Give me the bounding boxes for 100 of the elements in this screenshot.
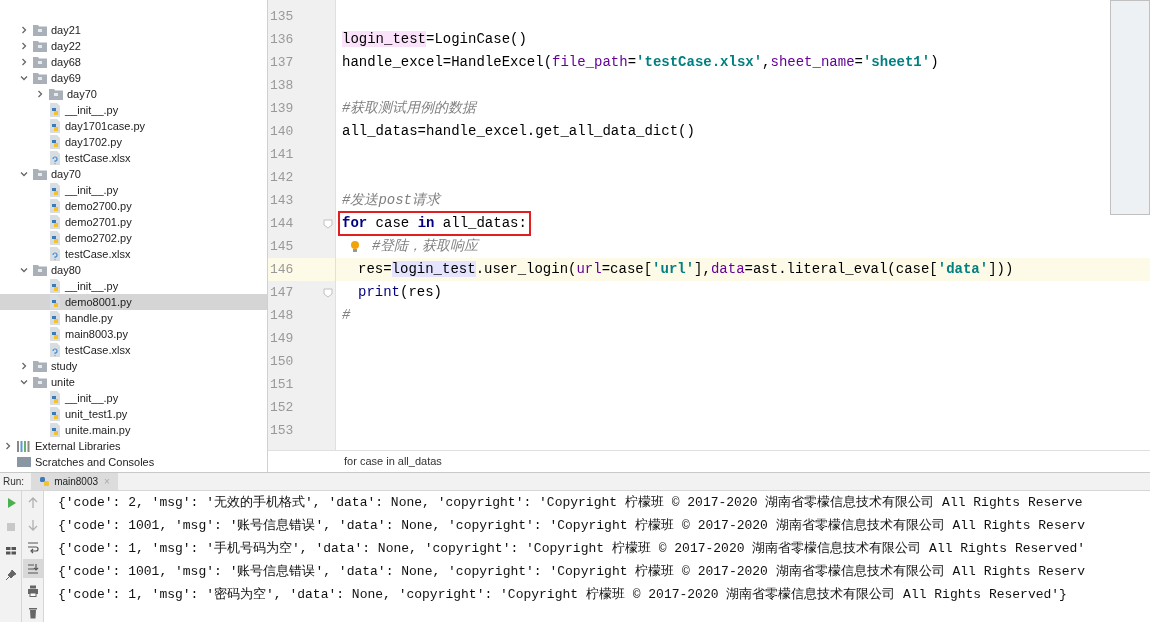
code-line: handle_excel=HandleExcel(file_path='testCase.xlsx',sheet_name='sheet1') xyxy=(342,53,939,72)
tree-item[interactable]: __init__.py xyxy=(0,182,267,198)
folder-icon xyxy=(33,264,47,276)
file-name: day70 xyxy=(51,166,81,182)
python-file-icon xyxy=(49,407,61,421)
file-name: Scratches and Consoles xyxy=(35,454,155,470)
line-number: 138 xyxy=(269,76,294,95)
file-name: day80 xyxy=(51,262,81,278)
tree-item[interactable]: demo2701.py xyxy=(0,214,267,230)
file-name: demo2700.py xyxy=(65,198,132,214)
file-name: __init__.py xyxy=(65,278,119,294)
line-number: 143 xyxy=(269,191,294,210)
python-file-icon xyxy=(49,231,61,245)
folder-icon xyxy=(49,88,63,100)
file-name: unite.main.py xyxy=(65,422,131,438)
chevron-right-icon[interactable] xyxy=(19,361,29,371)
file-name: testCase.xlsx xyxy=(65,342,131,358)
line-number: 149 xyxy=(269,329,294,348)
tree-item[interactable]: day22 xyxy=(0,38,267,54)
tree-item[interactable]: handle.py xyxy=(0,310,267,326)
line-number: 153 xyxy=(269,421,294,440)
tree-item[interactable]: unite xyxy=(0,374,267,390)
scroll-to-end-button[interactable] xyxy=(22,559,43,578)
tree-item[interactable]: Scratches and Consoles xyxy=(0,454,267,470)
console-line: {'code': 1001, 'msg': '账号信息错误', 'data': None, 'copyright': 'Copyright 柠檬班 © 2017-2020 湖南省零檬信息技术有限公司 All Rights Reserv xyxy=(58,562,1087,581)
tree-item[interactable]: demo2702.py xyxy=(0,230,267,246)
tree-item[interactable]: __init__.py xyxy=(0,390,267,406)
tree-item[interactable]: day68 xyxy=(0,54,267,70)
chevron-right-icon[interactable] xyxy=(35,89,45,99)
python-icon xyxy=(39,476,51,487)
run-tab[interactable]: main8003 × xyxy=(31,473,118,490)
console-line: {'code': 2, 'msg': '无效的手机格式', 'data': None, 'copyright': 'Copyright 柠檬班 © 2017-2020 湖南省零檬信息技术有限公司 All Rights Reserve xyxy=(58,493,1084,512)
folder-icon xyxy=(33,72,47,84)
unknown-file-icon xyxy=(49,151,61,165)
file-name: day22 xyxy=(51,38,81,54)
lightbulb-icon[interactable] xyxy=(350,239,360,254)
python-file-icon xyxy=(49,327,61,341)
file-name: day1702.py xyxy=(65,134,122,150)
file-name: unite xyxy=(51,374,75,390)
tree-item[interactable]: demo2700.py xyxy=(0,198,267,214)
tree-item[interactable]: day21 xyxy=(0,22,267,38)
chevron-right-icon[interactable] xyxy=(3,441,13,451)
tab-title: main8003 xyxy=(54,475,99,489)
line-number: 136 xyxy=(269,30,294,49)
breadcrumb[interactable]: for case in all_datas xyxy=(344,453,442,470)
file-name: day70 xyxy=(67,86,97,102)
file-name: __init__.py xyxy=(65,390,119,406)
tree-item[interactable]: unite.main.py xyxy=(0,422,267,438)
tree-item[interactable]: day80 xyxy=(0,262,267,278)
folder-icon xyxy=(33,40,47,52)
file-name: study xyxy=(51,358,78,374)
tree-item[interactable]: __init__.py xyxy=(0,278,267,294)
line-number: 151 xyxy=(269,375,294,394)
line-number: 147 xyxy=(269,283,294,302)
tree-item[interactable]: main8003.py xyxy=(0,326,267,342)
tree-item[interactable]: demo8001.py xyxy=(0,294,267,310)
python-file-icon xyxy=(49,295,61,309)
tree-item[interactable]: day1702.py xyxy=(0,134,267,150)
tree-item[interactable]: day70 xyxy=(0,166,267,182)
console-line: {'code': 1001, 'msg': '账号信息错误', 'data': None, 'copyright': 'Copyright 柠檬班 © 2017-2020 湖南省零檬信息技术有限公司 All Rights Reserv xyxy=(58,516,1087,535)
line-number: 142 xyxy=(269,168,294,187)
console-line: {'code': 1, 'msg': '手机号码为空', 'data': None, 'copyright': 'Copyright 柠檬班 © 2017-2020 湖南省零檬信息技术有限公司 All Rights Reserved' xyxy=(58,539,1087,558)
python-file-icon xyxy=(49,279,61,293)
scroll-to-end-icon xyxy=(25,561,40,576)
chevron-down-icon[interactable] xyxy=(19,377,29,387)
fold-marker-icon[interactable] xyxy=(323,218,333,229)
file-name: External Libraries xyxy=(35,438,121,454)
tree-item[interactable]: External Libraries xyxy=(0,438,267,454)
chevron-down-icon[interactable] xyxy=(19,169,29,179)
print-icon xyxy=(25,583,40,598)
tree-item[interactable]: testCase.xlsx xyxy=(0,342,267,358)
library-icon xyxy=(17,440,31,452)
code-line: # xyxy=(342,306,351,325)
tree-item[interactable]: day70 xyxy=(0,86,267,102)
unknown-file-icon xyxy=(49,247,61,261)
tree-item[interactable]: unit_test1.py xyxy=(0,406,267,422)
tree-item[interactable]: __init__.py xyxy=(0,102,267,118)
fold-marker-icon[interactable] xyxy=(323,287,333,298)
soft-wrap-icon xyxy=(25,539,40,554)
line-number: 135 xyxy=(269,7,294,26)
file-name: demo8001.py xyxy=(65,294,132,310)
folder-icon xyxy=(33,24,47,36)
tree-item[interactable]: testCase.xlsx xyxy=(0,150,267,166)
chevron-down-icon[interactable] xyxy=(19,73,29,83)
line-number: 137 xyxy=(269,53,294,72)
file-name: day21 xyxy=(51,22,81,38)
tree-item[interactable]: day69 xyxy=(0,70,267,86)
line-number: 144 xyxy=(269,214,294,233)
tree-item[interactable]: study xyxy=(0,358,267,374)
layout-icon xyxy=(3,544,18,558)
line-number: 145 xyxy=(269,237,294,256)
python-file-icon xyxy=(49,199,61,213)
code-editor[interactable] xyxy=(268,0,1150,450)
code-line: login_test=LoginCase() xyxy=(342,30,527,49)
file-name: demo2701.py xyxy=(65,214,132,230)
tree-item[interactable]: testCase.xlsx xyxy=(0,246,267,262)
tree-item[interactable]: day1701case.py xyxy=(0,118,267,134)
file-name: demo2702.py xyxy=(65,230,132,246)
chevron-down-icon[interactable] xyxy=(19,265,29,275)
python-file-icon xyxy=(49,423,61,437)
